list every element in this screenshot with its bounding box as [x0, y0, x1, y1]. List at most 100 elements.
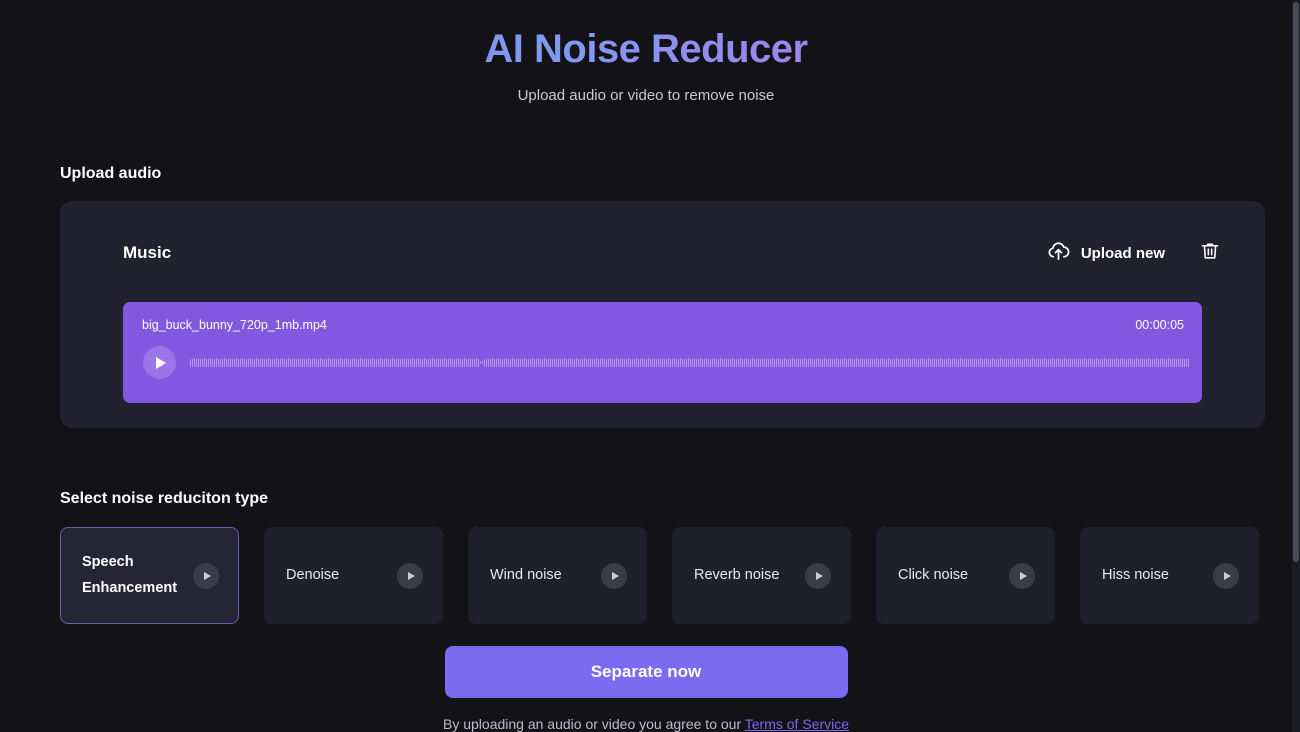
waveform-bar — [248, 358, 249, 367]
waveform-bar — [1168, 358, 1169, 368]
waveform-bar — [764, 358, 765, 367]
waveform-bar — [758, 358, 759, 368]
page-title: AI Noise Reducer — [0, 26, 1292, 73]
waveform-bar — [1036, 358, 1037, 367]
waveform-bar — [658, 358, 659, 367]
waveform-bar — [200, 358, 201, 367]
waveform-bar — [398, 358, 399, 368]
noise-option-hiss-noise[interactable]: Hiss noise — [1080, 527, 1259, 625]
waveform-bar — [616, 358, 617, 368]
waveform-bar — [714, 358, 715, 368]
waveform-bar — [546, 358, 547, 367]
waveform-bar — [396, 358, 397, 367]
waveform-bar — [302, 358, 303, 368]
waveform-bar — [586, 358, 587, 367]
waveform-bar — [1070, 358, 1071, 368]
noise-option-denoise[interactable]: Denoise — [264, 527, 443, 625]
waveform-bar — [198, 358, 199, 368]
waveform-bar — [868, 358, 869, 367]
waveform-bar — [538, 358, 539, 368]
noise-option-preview-button[interactable] — [397, 562, 423, 589]
waveform-bar — [316, 358, 317, 367]
waveform-bar — [866, 358, 867, 367]
waveform-bar — [420, 358, 421, 367]
waveform-bar — [1002, 358, 1003, 367]
waveform-bar — [282, 358, 283, 368]
waveform-bar — [216, 358, 217, 368]
noise-option-wind-noise[interactable]: Wind noise — [468, 527, 647, 625]
waveform-bar — [358, 358, 359, 367]
waveform-bar — [1034, 358, 1035, 367]
noise-option-preview-button[interactable] — [805, 562, 831, 589]
waveform-bar — [450, 358, 451, 368]
waveform-bar — [454, 358, 455, 367]
waveform-bar — [856, 358, 857, 368]
waveform-bar — [262, 358, 263, 368]
waveform-bar — [246, 358, 247, 367]
waveform-bar — [444, 358, 445, 368]
waveform-bar — [1088, 358, 1089, 367]
waveform-bar — [724, 358, 725, 367]
waveform-bar — [762, 358, 763, 367]
waveform-bar — [492, 358, 493, 368]
waveform-bar — [228, 358, 229, 367]
waveform-bar — [506, 358, 507, 368]
audio-player[interactable]: big_buck_bunny_720p_1mb.mp4 00:00:05 — [123, 302, 1202, 404]
waveform-bar — [694, 358, 695, 368]
noise-option-speech-enhancement[interactable]: Speech Enhancement — [60, 527, 239, 625]
waveform-bar — [442, 358, 443, 367]
waveform[interactable] — [190, 346, 1190, 379]
waveform-bar — [488, 358, 489, 367]
noise-option-preview-button[interactable] — [601, 562, 627, 589]
waveform-bar — [682, 358, 683, 367]
waveform-bar — [1026, 358, 1027, 368]
waveform-bar — [1176, 358, 1177, 367]
waveform-bar — [848, 358, 849, 367]
noise-option-reverb-noise[interactable]: Reverb noise — [672, 527, 851, 625]
waveform-bar — [270, 358, 271, 367]
waveform-bar — [1160, 358, 1161, 367]
waveform-bar — [754, 358, 755, 367]
waveform-bar — [502, 358, 503, 367]
waveform-bar — [722, 358, 723, 367]
player-play-button[interactable] — [143, 346, 176, 380]
waveform-bar — [678, 358, 679, 367]
waveform-bar — [426, 358, 427, 367]
waveform-bar — [1056, 358, 1057, 367]
waveform-bar — [386, 358, 387, 368]
upload-new-button[interactable]: Upload new — [1047, 239, 1165, 267]
noise-option-preview-button[interactable] — [1213, 562, 1239, 589]
waveform-bar — [668, 358, 669, 368]
waveform-bar — [610, 358, 611, 368]
noise-option-preview-button[interactable] — [193, 562, 219, 589]
scrollbar-track[interactable] — [1292, 0, 1300, 732]
waveform-bar — [320, 358, 321, 368]
waveform-bar — [334, 358, 335, 368]
waveform-bar — [1132, 358, 1133, 367]
waveform-bar — [388, 358, 389, 367]
waveform-bar — [430, 358, 431, 367]
waveform-bar — [284, 358, 285, 367]
separate-now-button[interactable]: Separate now — [444, 646, 848, 699]
waveform-bar — [526, 358, 527, 367]
waveform-bar — [738, 358, 739, 367]
waveform-bar — [750, 358, 751, 367]
terms-of-service-link[interactable]: Terms of Service — [745, 716, 849, 732]
waveform-bar — [494, 358, 495, 367]
waveform-bar — [504, 358, 505, 367]
noise-option-preview-button[interactable] — [1009, 562, 1035, 589]
waveform-bar — [480, 361, 481, 365]
waveform-bar — [822, 358, 823, 367]
waveform-bar — [900, 358, 901, 367]
app-page: AI Noise Reducer Upload audio or video t… — [0, 0, 1292, 732]
noise-option-click-noise[interactable]: Click noise — [876, 527, 1055, 625]
waveform-bar — [264, 358, 265, 367]
waveform-bar — [618, 358, 619, 367]
waveform-bar — [464, 358, 465, 368]
waveform-bar — [884, 358, 885, 367]
waveform-bar — [676, 358, 677, 367]
waveform-bar — [792, 358, 793, 368]
delete-button[interactable] — [1199, 240, 1221, 267]
scrollbar-thumb[interactable] — [1293, 2, 1299, 562]
waveform-bar — [1052, 358, 1053, 368]
